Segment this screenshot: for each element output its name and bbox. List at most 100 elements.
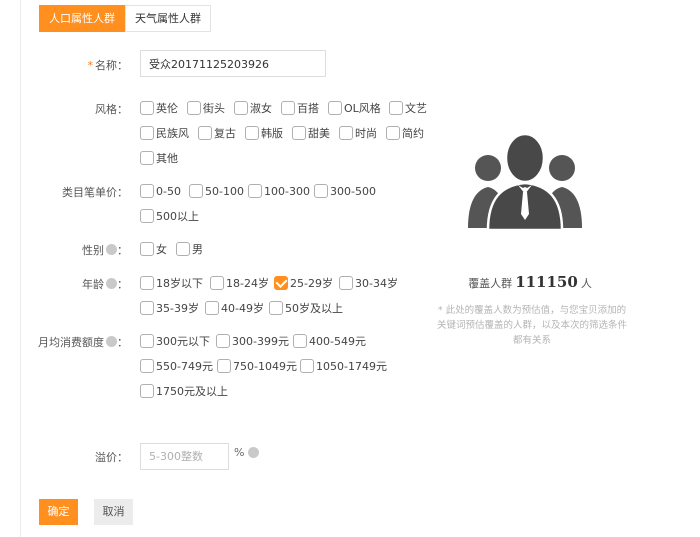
style-option[interactable]: 街头 xyxy=(187,100,225,116)
checkbox[interactable] xyxy=(293,334,307,348)
checkbox[interactable] xyxy=(198,126,212,140)
checkbox[interactable] xyxy=(140,276,154,290)
question-circle-icon[interactable] xyxy=(248,447,260,458)
style-option[interactable]: 民族风 xyxy=(140,125,189,141)
checkbox[interactable] xyxy=(234,101,248,115)
name-input[interactable] xyxy=(140,50,326,77)
option-label: 1750元及以上 xyxy=(156,385,228,398)
option-label: 韩版 xyxy=(261,127,283,140)
spend-option[interactable]: 400-549元 xyxy=(293,333,366,349)
spend-option[interactable]: 550-749元 xyxy=(140,358,213,374)
option-label: 300元以下 xyxy=(156,335,210,348)
name-label-text: 名称： xyxy=(95,59,128,72)
checkbox[interactable] xyxy=(217,359,231,373)
checkbox[interactable] xyxy=(269,301,283,315)
age-option[interactable]: 30-34岁 xyxy=(339,275,398,291)
checkbox[interactable] xyxy=(140,242,154,256)
checkbox[interactable] xyxy=(281,101,295,115)
checkbox[interactable] xyxy=(187,101,201,115)
checkbox[interactable] xyxy=(245,126,259,140)
checkbox[interactable] xyxy=(140,126,154,140)
option-label: 1050-1749元 xyxy=(316,360,387,373)
gender-colon: ： xyxy=(117,244,128,257)
spend-option[interactable]: 300-399元 xyxy=(216,333,289,349)
age-option[interactable]: 40-49岁 xyxy=(205,300,264,316)
checkbox[interactable] xyxy=(292,126,306,140)
option-label: 文艺 xyxy=(405,102,427,115)
age-option[interactable]: 35-39岁 xyxy=(140,300,199,316)
checkbox[interactable] xyxy=(314,184,328,198)
style-label: 风格： xyxy=(95,103,128,116)
spend-option[interactable]: 750-1049元 xyxy=(217,358,297,374)
age-option[interactable]: 50岁及以上 xyxy=(269,300,343,316)
checkbox[interactable] xyxy=(140,209,154,223)
checkbox[interactable] xyxy=(248,184,262,198)
style-option[interactable]: 复古 xyxy=(198,125,236,141)
checkbox[interactable] xyxy=(389,101,403,115)
age-option[interactable]: 18-24岁 xyxy=(210,275,269,291)
spend-option[interactable]: 1050-1749元 xyxy=(300,358,387,374)
checkbox[interactable] xyxy=(140,359,154,373)
checkbox[interactable] xyxy=(189,184,203,198)
price-option[interactable]: 0-50 xyxy=(140,183,181,199)
checkbox[interactable] xyxy=(140,151,154,165)
spend-colon: ： xyxy=(117,336,128,349)
question-circle-icon[interactable] xyxy=(106,244,117,255)
price-option[interactable]: 300-500 xyxy=(314,183,376,199)
bid-input[interactable] xyxy=(140,443,229,470)
age-option[interactable]: 18岁以下 xyxy=(140,275,203,291)
gender-option[interactable]: 男 xyxy=(176,241,203,257)
price-option[interactable]: 100-300 xyxy=(248,183,310,199)
checkbox[interactable] xyxy=(205,301,219,315)
spend-label: 月均消费额度 ： xyxy=(38,334,128,350)
checkbox[interactable] xyxy=(339,126,353,140)
style-option[interactable]: 英伦 xyxy=(140,100,178,116)
checkbox[interactable] xyxy=(274,276,288,290)
checkbox[interactable] xyxy=(216,334,230,348)
coverage-summary: 覆盖人群 111150 人 xyxy=(420,273,640,291)
option-label: 淑女 xyxy=(250,102,272,115)
style-option[interactable]: 简约 xyxy=(386,125,424,141)
spend-option[interactable]: 1750元及以上 xyxy=(140,383,228,399)
age-option[interactable]: 25-29岁 xyxy=(274,275,333,291)
tab-weather[interactable]: 天气属性人群 xyxy=(125,5,211,32)
style-option[interactable]: 韩版 xyxy=(245,125,283,141)
option-label: 500以上 xyxy=(156,210,199,223)
checkbox[interactable] xyxy=(386,126,400,140)
checkbox[interactable] xyxy=(140,101,154,115)
coverage-note-line: 都有关系 xyxy=(512,335,551,346)
price-option[interactable]: 50-100 xyxy=(189,183,244,199)
checkbox[interactable] xyxy=(339,276,353,290)
price-option[interactable]: 500以上 xyxy=(140,208,199,224)
style-option[interactable]: 淑女 xyxy=(234,100,272,116)
option-label: 750-1049元 xyxy=(233,360,297,373)
style-option[interactable]: 其他 xyxy=(140,150,178,166)
tab-demographic[interactable]: 人口属性人群 xyxy=(39,5,125,32)
checkbox[interactable] xyxy=(140,184,154,198)
user-group-icon xyxy=(468,132,582,232)
option-label: OL风格 xyxy=(344,102,381,115)
question-circle-icon[interactable] xyxy=(106,336,117,347)
checkbox[interactable] xyxy=(210,276,224,290)
spend-option[interactable]: 300元以下 xyxy=(140,333,210,349)
style-option[interactable]: 文艺 xyxy=(389,100,427,116)
checkbox[interactable] xyxy=(140,384,154,398)
question-circle-icon[interactable] xyxy=(106,278,117,289)
checkbox[interactable] xyxy=(300,359,314,373)
coverage-count: 111150 xyxy=(515,273,578,291)
cancel-button[interactable]: 取消 xyxy=(94,499,133,525)
style-option[interactable]: OL风格 xyxy=(328,100,381,116)
confirm-button[interactable]: 确定 xyxy=(39,499,78,525)
checkbox[interactable] xyxy=(176,242,190,256)
option-label: 50岁及以上 xyxy=(285,302,343,315)
checkbox[interactable] xyxy=(140,301,154,315)
option-label: 550-749元 xyxy=(156,360,213,373)
style-option[interactable]: 百搭 xyxy=(281,100,319,116)
checkbox[interactable] xyxy=(140,334,154,348)
checkbox[interactable] xyxy=(328,101,342,115)
option-label: 400-549元 xyxy=(309,335,366,348)
option-label: 35-39岁 xyxy=(156,302,199,315)
style-option[interactable]: 甜美 xyxy=(292,125,330,141)
gender-option[interactable]: 女 xyxy=(140,241,167,257)
style-option[interactable]: 时尚 xyxy=(339,125,377,141)
